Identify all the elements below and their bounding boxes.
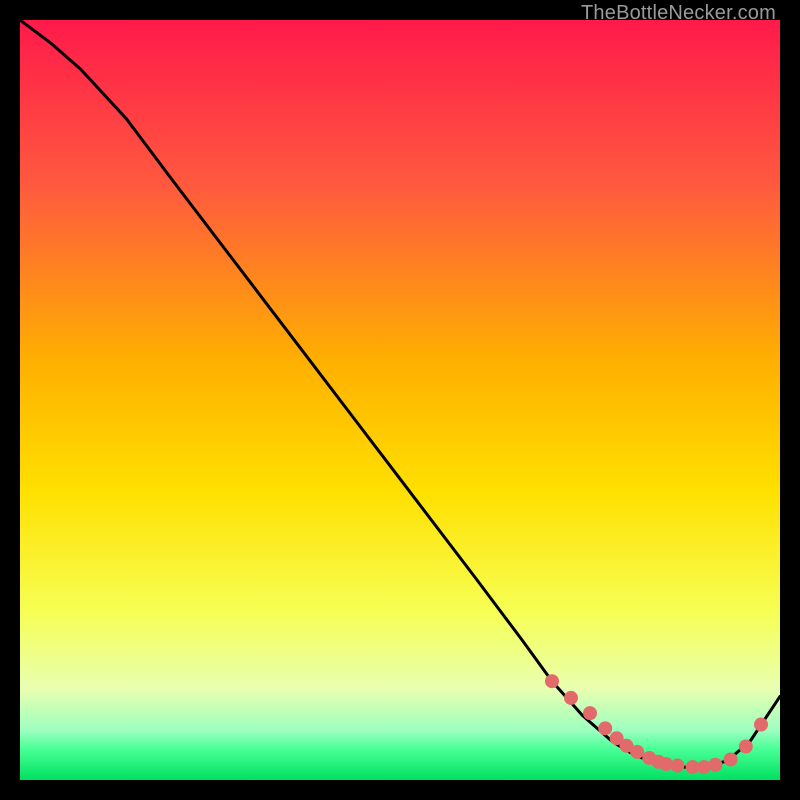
- chart-frame: [20, 20, 780, 780]
- scatter-dot: [564, 691, 578, 705]
- scatter-dot: [708, 758, 722, 772]
- watermark-text: TheBottleNecker.com: [581, 2, 776, 25]
- scatter-dot: [598, 721, 612, 735]
- chart-plot: [20, 20, 780, 780]
- scatter-dot: [739, 740, 753, 754]
- scatter-dot: [754, 718, 768, 732]
- gradient-background: [20, 20, 780, 780]
- scatter-dot: [724, 752, 738, 766]
- scatter-dot: [630, 745, 644, 759]
- scatter-dot: [545, 674, 559, 688]
- scatter-dot: [583, 706, 597, 720]
- scatter-dot: [670, 759, 684, 773]
